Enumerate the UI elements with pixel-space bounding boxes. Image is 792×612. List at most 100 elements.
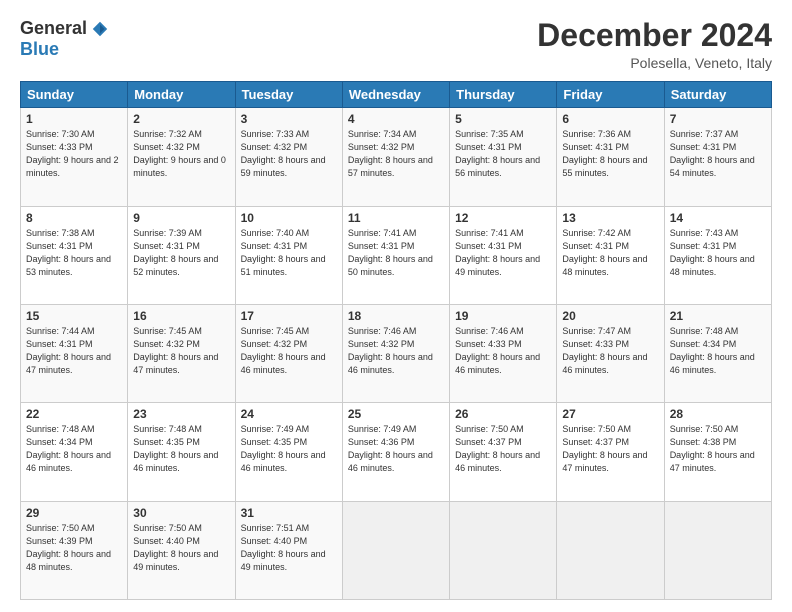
table-row: 6 Sunrise: 7:36 AMSunset: 4:31 PMDayligh… [557, 108, 664, 206]
col-wednesday: Wednesday [342, 82, 449, 108]
col-friday: Friday [557, 82, 664, 108]
calendar-week-row: 15 Sunrise: 7:44 AMSunset: 4:31 PMDaylig… [21, 304, 772, 402]
day-info: Sunrise: 7:30 AMSunset: 4:33 PMDaylight:… [26, 129, 119, 178]
table-row: 5 Sunrise: 7:35 AMSunset: 4:31 PMDayligh… [450, 108, 557, 206]
logo-icon [91, 20, 109, 38]
day-number: 9 [133, 211, 229, 225]
day-number: 26 [455, 407, 551, 421]
day-info: Sunrise: 7:43 AMSunset: 4:31 PMDaylight:… [670, 228, 755, 277]
day-info: Sunrise: 7:48 AMSunset: 4:34 PMDaylight:… [26, 424, 111, 473]
table-row [342, 501, 449, 599]
table-row: 20 Sunrise: 7:47 AMSunset: 4:33 PMDaylig… [557, 304, 664, 402]
day-info: Sunrise: 7:41 AMSunset: 4:31 PMDaylight:… [348, 228, 433, 277]
day-number: 27 [562, 407, 658, 421]
col-tuesday: Tuesday [235, 82, 342, 108]
table-row: 17 Sunrise: 7:45 AMSunset: 4:32 PMDaylig… [235, 304, 342, 402]
table-row: 27 Sunrise: 7:50 AMSunset: 4:37 PMDaylig… [557, 403, 664, 501]
table-row: 22 Sunrise: 7:48 AMSunset: 4:34 PMDaylig… [21, 403, 128, 501]
day-number: 13 [562, 211, 658, 225]
table-row: 23 Sunrise: 7:48 AMSunset: 4:35 PMDaylig… [128, 403, 235, 501]
table-row [664, 501, 771, 599]
col-thursday: Thursday [450, 82, 557, 108]
day-number: 23 [133, 407, 229, 421]
table-row: 18 Sunrise: 7:46 AMSunset: 4:32 PMDaylig… [342, 304, 449, 402]
table-row: 16 Sunrise: 7:45 AMSunset: 4:32 PMDaylig… [128, 304, 235, 402]
day-number: 24 [241, 407, 337, 421]
day-info: Sunrise: 7:50 AMSunset: 4:37 PMDaylight:… [562, 424, 647, 473]
day-number: 31 [241, 506, 337, 520]
col-sunday: Sunday [21, 82, 128, 108]
table-row: 11 Sunrise: 7:41 AMSunset: 4:31 PMDaylig… [342, 206, 449, 304]
logo-blue-text: Blue [20, 39, 59, 60]
day-info: Sunrise: 7:51 AMSunset: 4:40 PMDaylight:… [241, 523, 326, 572]
day-number: 3 [241, 112, 337, 126]
table-row [450, 501, 557, 599]
day-info: Sunrise: 7:37 AMSunset: 4:31 PMDaylight:… [670, 129, 755, 178]
day-info: Sunrise: 7:35 AMSunset: 4:31 PMDaylight:… [455, 129, 540, 178]
table-row: 1 Sunrise: 7:30 AMSunset: 4:33 PMDayligh… [21, 108, 128, 206]
day-info: Sunrise: 7:47 AMSunset: 4:33 PMDaylight:… [562, 326, 647, 375]
day-number: 20 [562, 309, 658, 323]
col-saturday: Saturday [664, 82, 771, 108]
day-number: 25 [348, 407, 444, 421]
calendar-week-row: 1 Sunrise: 7:30 AMSunset: 4:33 PMDayligh… [21, 108, 772, 206]
day-info: Sunrise: 7:48 AMSunset: 4:34 PMDaylight:… [670, 326, 755, 375]
day-info: Sunrise: 7:40 AMSunset: 4:31 PMDaylight:… [241, 228, 326, 277]
calendar-week-row: 22 Sunrise: 7:48 AMSunset: 4:34 PMDaylig… [21, 403, 772, 501]
day-number: 14 [670, 211, 766, 225]
table-row: 31 Sunrise: 7:51 AMSunset: 4:40 PMDaylig… [235, 501, 342, 599]
day-info: Sunrise: 7:34 AMSunset: 4:32 PMDaylight:… [348, 129, 433, 178]
day-info: Sunrise: 7:38 AMSunset: 4:31 PMDaylight:… [26, 228, 111, 277]
table-row: 7 Sunrise: 7:37 AMSunset: 4:31 PMDayligh… [664, 108, 771, 206]
table-row: 24 Sunrise: 7:49 AMSunset: 4:35 PMDaylig… [235, 403, 342, 501]
table-row: 3 Sunrise: 7:33 AMSunset: 4:32 PMDayligh… [235, 108, 342, 206]
day-number: 19 [455, 309, 551, 323]
table-row: 19 Sunrise: 7:46 AMSunset: 4:33 PMDaylig… [450, 304, 557, 402]
calendar-table: Sunday Monday Tuesday Wednesday Thursday… [20, 81, 772, 600]
table-row: 10 Sunrise: 7:40 AMSunset: 4:31 PMDaylig… [235, 206, 342, 304]
day-info: Sunrise: 7:46 AMSunset: 4:33 PMDaylight:… [455, 326, 540, 375]
day-number: 16 [133, 309, 229, 323]
day-info: Sunrise: 7:49 AMSunset: 4:35 PMDaylight:… [241, 424, 326, 473]
day-number: 12 [455, 211, 551, 225]
table-row: 8 Sunrise: 7:38 AMSunset: 4:31 PMDayligh… [21, 206, 128, 304]
page: General Blue December 2024 Polesella, Ve… [0, 0, 792, 612]
table-row: 15 Sunrise: 7:44 AMSunset: 4:31 PMDaylig… [21, 304, 128, 402]
table-row: 28 Sunrise: 7:50 AMSunset: 4:38 PMDaylig… [664, 403, 771, 501]
day-number: 7 [670, 112, 766, 126]
day-number: 21 [670, 309, 766, 323]
day-info: Sunrise: 7:36 AMSunset: 4:31 PMDaylight:… [562, 129, 647, 178]
header: General Blue December 2024 Polesella, Ve… [20, 18, 772, 71]
day-number: 6 [562, 112, 658, 126]
day-info: Sunrise: 7:44 AMSunset: 4:31 PMDaylight:… [26, 326, 111, 375]
day-number: 30 [133, 506, 229, 520]
day-info: Sunrise: 7:50 AMSunset: 4:38 PMDaylight:… [670, 424, 755, 473]
day-number: 2 [133, 112, 229, 126]
day-info: Sunrise: 7:33 AMSunset: 4:32 PMDaylight:… [241, 129, 326, 178]
day-number: 15 [26, 309, 122, 323]
day-info: Sunrise: 7:32 AMSunset: 4:32 PMDaylight:… [133, 129, 226, 178]
table-row: 2 Sunrise: 7:32 AMSunset: 4:32 PMDayligh… [128, 108, 235, 206]
day-number: 22 [26, 407, 122, 421]
table-row: 25 Sunrise: 7:49 AMSunset: 4:36 PMDaylig… [342, 403, 449, 501]
day-number: 29 [26, 506, 122, 520]
day-number: 10 [241, 211, 337, 225]
day-info: Sunrise: 7:49 AMSunset: 4:36 PMDaylight:… [348, 424, 433, 473]
calendar-week-row: 8 Sunrise: 7:38 AMSunset: 4:31 PMDayligh… [21, 206, 772, 304]
table-row: 29 Sunrise: 7:50 AMSunset: 4:39 PMDaylig… [21, 501, 128, 599]
day-number: 17 [241, 309, 337, 323]
day-number: 28 [670, 407, 766, 421]
day-info: Sunrise: 7:41 AMSunset: 4:31 PMDaylight:… [455, 228, 540, 277]
day-number: 8 [26, 211, 122, 225]
day-info: Sunrise: 7:50 AMSunset: 4:37 PMDaylight:… [455, 424, 540, 473]
table-row: 30 Sunrise: 7:50 AMSunset: 4:40 PMDaylig… [128, 501, 235, 599]
day-info: Sunrise: 7:46 AMSunset: 4:32 PMDaylight:… [348, 326, 433, 375]
table-row: 9 Sunrise: 7:39 AMSunset: 4:31 PMDayligh… [128, 206, 235, 304]
calendar-week-row: 29 Sunrise: 7:50 AMSunset: 4:39 PMDaylig… [21, 501, 772, 599]
logo: General Blue [20, 18, 109, 60]
table-row: 12 Sunrise: 7:41 AMSunset: 4:31 PMDaylig… [450, 206, 557, 304]
calendar-title: December 2024 [537, 18, 772, 53]
table-row: 13 Sunrise: 7:42 AMSunset: 4:31 PMDaylig… [557, 206, 664, 304]
table-row: 4 Sunrise: 7:34 AMSunset: 4:32 PMDayligh… [342, 108, 449, 206]
table-row: 26 Sunrise: 7:50 AMSunset: 4:37 PMDaylig… [450, 403, 557, 501]
